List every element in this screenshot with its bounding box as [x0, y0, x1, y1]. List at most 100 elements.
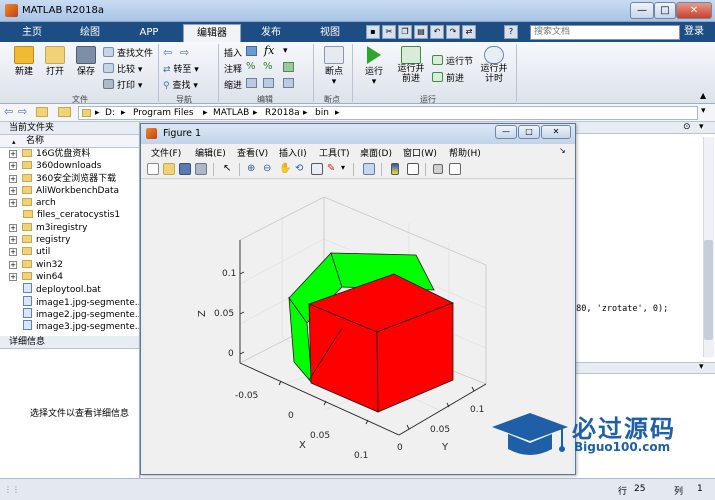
list-item[interactable]: + arch	[0, 197, 139, 209]
list-item[interactable]: + AliWorkbenchData	[0, 185, 139, 197]
redo-icon[interactable]: ↷	[446, 25, 460, 39]
list-item[interactable]: +360安全浏览器下载	[0, 173, 139, 185]
insert-dropdown-icon[interactable]: ▾	[283, 46, 288, 56]
browse-folder-icon[interactable]	[58, 107, 71, 117]
menu-window[interactable]: 窗口(W)	[403, 146, 437, 159]
compare-button[interactable]: 比较 ▾	[103, 62, 142, 75]
current-folder-path[interactable]: ▸ D: ▸ Program Files ▸ MATLAB ▸ R2018a ▸…	[78, 106, 698, 120]
list-item[interactable]: image1.jpg-segmente...	[0, 295, 139, 308]
breadcrumb-r2018a[interactable]: R2018a	[265, 108, 300, 118]
insert-button[interactable]: 插入	[224, 46, 242, 59]
expand-icon[interactable]: +	[9, 272, 17, 281]
undo-icon[interactable]: ↶	[430, 25, 444, 39]
maximize-button[interactable]: □	[654, 2, 676, 19]
link-plot-icon[interactable]	[363, 163, 375, 175]
expand-icon[interactable]: +	[9, 223, 17, 232]
list-item[interactable]: +360downloads	[0, 160, 139, 172]
save-button[interactable]: 保存	[72, 46, 100, 90]
forward-arrow-icon[interactable]: ⇨	[180, 46, 189, 59]
list-item[interactable]: image3.jpg-segmente...	[0, 320, 139, 332]
expand-icon[interactable]: +	[9, 186, 17, 195]
tab-apps[interactable]: APP	[127, 24, 171, 42]
save-icon[interactable]: ▪	[366, 25, 380, 39]
advance-button[interactable]: 前进	[432, 71, 464, 84]
comment-percent-icon[interactable]: %	[246, 61, 256, 72]
uncomment-icon[interactable]: %	[263, 61, 273, 72]
expand-icon[interactable]: +	[9, 248, 17, 257]
indent-icon[interactable]	[263, 78, 274, 88]
run-time-button[interactable]: 运行并 计时	[478, 46, 510, 84]
zoom-in-icon[interactable]: ⊕	[247, 163, 259, 175]
name-column-header[interactable]: ▴ 名称	[0, 135, 139, 148]
outdent-icon[interactable]	[283, 78, 294, 88]
find-button[interactable]: ⚲ 查找 ▾	[163, 78, 198, 91]
forward-icon[interactable]: ⇨	[18, 105, 27, 118]
menu-tools[interactable]: 工具(T)	[319, 146, 350, 159]
breadcrumb-drive[interactable]: D:	[105, 108, 115, 118]
wrap-comment-icon[interactable]	[283, 62, 294, 72]
open-button[interactable]: 打开	[41, 46, 69, 90]
list-item[interactable]: + win32	[0, 259, 139, 271]
open-file-icon[interactable]	[163, 163, 175, 175]
back-icon[interactable]: ⇦	[4, 105, 13, 118]
cut-icon[interactable]: ✂	[382, 25, 396, 39]
paste-icon[interactable]: ▤	[414, 25, 428, 39]
breadcrumb-bin[interactable]: bin	[315, 108, 329, 118]
list-item[interactable]: + util	[0, 246, 139, 258]
hide-plot-tools-icon[interactable]	[433, 164, 443, 174]
tab-editor[interactable]: 编辑器	[183, 24, 241, 42]
print-figure-icon[interactable]	[195, 163, 207, 175]
editor-header-close-icon[interactable]: ⊙	[683, 122, 691, 132]
indent-button[interactable]: 缩进	[224, 78, 242, 91]
pointer-icon[interactable]: ↖	[223, 163, 235, 175]
help-icon[interactable]: ?	[504, 25, 518, 39]
up-folder-icon[interactable]	[36, 107, 48, 117]
close-button[interactable]: ✕	[676, 2, 712, 19]
menu-help[interactable]: 帮助(H)	[449, 146, 481, 159]
smart-indent-icon[interactable]	[246, 78, 257, 88]
tab-view[interactable]: 视图	[306, 24, 354, 42]
figure-close-button[interactable]: ✕	[541, 125, 571, 139]
command-header-dropdown-icon[interactable]: ▾	[699, 362, 704, 372]
breakpoints-button[interactable]: 断点 ▾	[320, 46, 348, 87]
tab-home[interactable]: 主页	[12, 24, 52, 42]
run-advance-button[interactable]: 运行并 前进	[395, 46, 427, 84]
new-figure-icon[interactable]	[147, 163, 159, 175]
comment-button[interactable]: 注释	[224, 62, 242, 75]
list-item[interactable]: files_ceratocystis1	[0, 209, 139, 221]
expand-icon[interactable]: +	[9, 260, 17, 269]
brush-dropdown-icon[interactable]: ▾	[341, 163, 345, 172]
list-item[interactable]: + win64	[0, 271, 139, 283]
back-arrow-icon[interactable]: ⇦	[163, 46, 172, 59]
legend-icon[interactable]	[407, 163, 419, 175]
tab-publish[interactable]: 发布	[246, 24, 296, 42]
find-files-button[interactable]: 查找文件	[103, 46, 153, 59]
menu-file[interactable]: 文件(F)	[151, 146, 181, 159]
editor-header-dropdown-icon[interactable]: ▾	[699, 122, 704, 132]
list-item[interactable]: + m3iregistry	[0, 222, 139, 234]
data-cursor-icon[interactable]	[311, 163, 323, 175]
editor-scrollbar-thumb[interactable]	[704, 240, 713, 340]
figure-minimize-button[interactable]: —	[495, 125, 517, 139]
run-section-button[interactable]: 运行节	[432, 54, 473, 67]
breadcrumb-program-files[interactable]: Program Files	[133, 108, 194, 118]
menu-desktop[interactable]: 桌面(D)	[360, 146, 392, 159]
menu-dock-icon[interactable]: ↘	[559, 146, 566, 155]
pan-hand-icon[interactable]: ✋	[279, 163, 291, 175]
show-plot-tools-icon[interactable]	[449, 163, 461, 175]
breadcrumb-matlab[interactable]: MATLAB	[213, 108, 249, 118]
insert-section-icon[interactable]	[246, 46, 257, 56]
path-dropdown-icon[interactable]: ▾	[701, 106, 706, 116]
expand-icon[interactable]: +	[9, 162, 17, 171]
tab-plots[interactable]: 绘图	[70, 24, 110, 42]
minimize-button[interactable]: —	[630, 2, 654, 19]
list-item[interactable]: image2.jpg-segmente...	[0, 307, 139, 320]
figure-maximize-button[interactable]: □	[518, 125, 540, 139]
expand-icon[interactable]: +	[9, 174, 17, 183]
login-link[interactable]: 登录	[684, 24, 704, 40]
list-item[interactable]: +16G优盘资料	[0, 148, 139, 160]
save-figure-icon[interactable]	[179, 163, 191, 175]
collapse-ribbon-icon[interactable]: ▲	[700, 91, 706, 100]
list-item[interactable]: + registry	[0, 234, 139, 246]
search-input[interactable]: 搜索文档	[530, 25, 680, 40]
